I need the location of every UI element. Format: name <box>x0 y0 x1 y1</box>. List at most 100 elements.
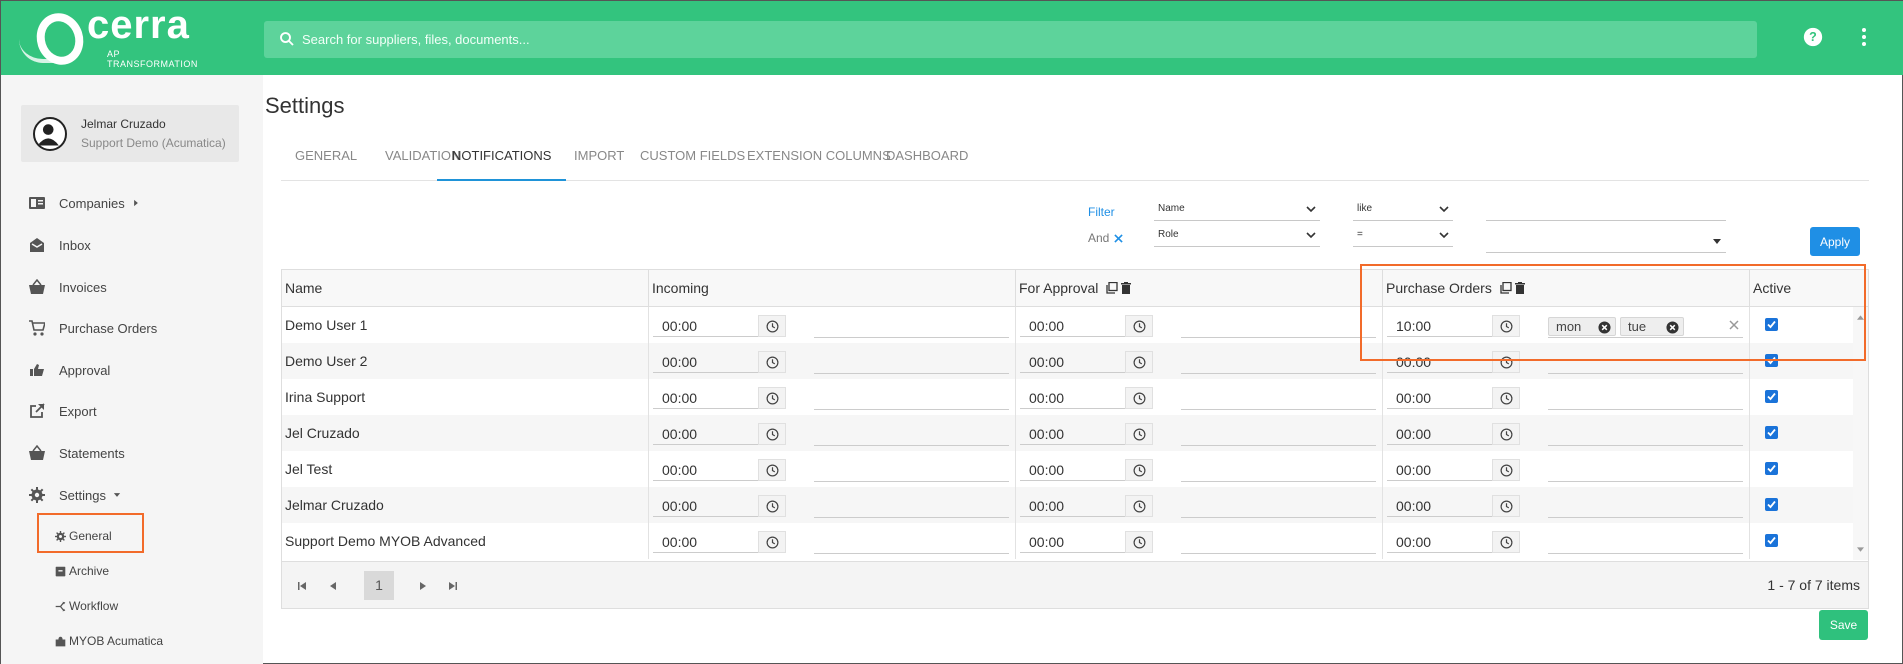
filter-value-select-2[interactable] <box>1486 231 1726 253</box>
next-page-icon[interactable] <box>417 580 429 592</box>
active-checkbox[interactable] <box>1765 534 1778 547</box>
time-picker-button[interactable] <box>758 531 786 553</box>
days-multiselect[interactable] <box>1548 533 1743 554</box>
time-picker-button[interactable] <box>1492 387 1520 409</box>
sidebar-item-statements[interactable]: Statements <box>29 441 125 465</box>
days-multiselect[interactable] <box>814 353 1009 374</box>
tab-dashboard[interactable]: DASHBOARD <box>886 131 968 181</box>
time-picker-button[interactable] <box>1492 531 1520 553</box>
sidebar-sub-myob[interactable]: MYOB Acumatica <box>55 630 163 652</box>
time-input-approval[interactable] <box>1020 459 1128 481</box>
scroll-down-icon[interactable] <box>1857 547 1864 552</box>
col-header-incoming[interactable]: Incoming <box>648 270 1015 307</box>
sidebar-item-inbox[interactable]: Inbox <box>29 233 91 257</box>
time-picker-button[interactable] <box>758 495 786 517</box>
time-input-approval[interactable] <box>1020 351 1128 373</box>
time-picker-button[interactable] <box>1492 423 1520 445</box>
time-input-incoming[interactable] <box>653 387 761 409</box>
active-checkbox[interactable] <box>1765 462 1778 475</box>
copy-icon[interactable] <box>1106 282 1118 294</box>
active-checkbox[interactable] <box>1765 426 1778 439</box>
sidebar-sub-workflow[interactable]: Workflow <box>55 595 118 617</box>
more-menu-icon[interactable] <box>1859 27 1869 47</box>
days-multiselect[interactable] <box>814 389 1009 410</box>
days-multiselect[interactable] <box>1181 497 1376 518</box>
sidebar-item-export[interactable]: Export <box>29 399 97 423</box>
time-picker-button[interactable] <box>758 315 786 337</box>
remove-filter-icon[interactable] <box>1114 234 1123 243</box>
help-icon[interactable]: ? <box>1803 27 1823 47</box>
time-input-approval[interactable] <box>1020 387 1128 409</box>
days-multiselect[interactable] <box>1181 389 1376 410</box>
time-picker-button[interactable] <box>758 387 786 409</box>
days-multiselect[interactable] <box>814 317 1009 338</box>
page-number-button[interactable]: 1 <box>364 571 394 600</box>
days-multiselect[interactable] <box>1181 317 1376 338</box>
global-search[interactable] <box>264 21 1757 58</box>
time-picker-button[interactable] <box>758 351 786 373</box>
time-input-incoming[interactable] <box>653 495 761 517</box>
days-multiselect[interactable] <box>1548 425 1743 446</box>
active-checkbox[interactable] <box>1765 390 1778 403</box>
first-page-icon[interactable] <box>296 580 308 592</box>
tab-import[interactable]: IMPORT <box>574 131 624 181</box>
filter-operator-select-2[interactable]: = <box>1353 225 1453 247</box>
apply-button[interactable]: Apply <box>1810 227 1860 256</box>
time-picker-button[interactable] <box>758 423 786 445</box>
time-picker-button[interactable] <box>1125 387 1153 409</box>
filter-operator-select[interactable]: like <box>1353 199 1453 221</box>
save-button[interactable]: Save <box>1819 610 1868 640</box>
days-multiselect[interactable] <box>1181 533 1376 554</box>
time-input-po[interactable] <box>1387 387 1495 409</box>
sidebar-item-purchase-orders[interactable]: Purchase Orders <box>29 316 157 340</box>
time-picker-button[interactable] <box>1492 495 1520 517</box>
time-picker-button[interactable] <box>1125 531 1153 553</box>
col-header-approval[interactable]: For Approval <box>1015 270 1382 307</box>
time-input-approval[interactable] <box>1020 315 1128 337</box>
time-picker-button[interactable] <box>1125 315 1153 337</box>
last-page-icon[interactable] <box>447 580 459 592</box>
tab-extension-columns[interactable]: EXTENSION COLUMNS <box>747 131 891 181</box>
days-multiselect[interactable] <box>814 533 1009 554</box>
sidebar-item-settings[interactable]: Settings <box>29 483 122 507</box>
days-multiselect[interactable] <box>1181 425 1376 446</box>
days-multiselect[interactable] <box>814 497 1009 518</box>
filter-field-select[interactable]: Name <box>1154 199 1320 221</box>
filter-field-select-2[interactable]: Role <box>1154 225 1320 247</box>
sidebar-item-invoices[interactable]: Invoices <box>29 275 107 299</box>
user-card[interactable]: Jelmar Cruzado Support Demo (Acumatica) <box>21 105 239 162</box>
days-multiselect[interactable] <box>814 461 1009 482</box>
time-input-incoming[interactable] <box>653 315 761 337</box>
time-picker-button[interactable] <box>758 459 786 481</box>
days-multiselect[interactable] <box>1548 389 1743 410</box>
trash-icon[interactable] <box>1120 282 1132 294</box>
time-picker-button[interactable] <box>1125 459 1153 481</box>
time-input-incoming[interactable] <box>653 459 761 481</box>
time-input-po[interactable] <box>1387 531 1495 553</box>
active-checkbox[interactable] <box>1765 498 1778 511</box>
time-picker-button[interactable] <box>1125 423 1153 445</box>
time-input-po[interactable] <box>1387 423 1495 445</box>
time-input-incoming[interactable] <box>653 351 761 373</box>
filter-value-input[interactable] <box>1486 199 1726 221</box>
time-picker-button[interactable] <box>1125 495 1153 517</box>
cerra-logo[interactable]: cerra AP TRANSFORMATION <box>19 3 199 71</box>
days-multiselect[interactable] <box>814 425 1009 446</box>
prev-page-icon[interactable] <box>327 580 339 592</box>
time-input-approval[interactable] <box>1020 423 1128 445</box>
tab-notifications[interactable]: NOTIFICATIONS <box>437 131 567 181</box>
time-input-approval[interactable] <box>1020 495 1128 517</box>
sidebar-item-approval[interactable]: Approval <box>29 358 110 382</box>
time-input-incoming[interactable] <box>653 531 761 553</box>
tab-custom-fields[interactable]: CUSTOM FIELDS <box>640 131 745 181</box>
days-multiselect[interactable] <box>1181 461 1376 482</box>
col-header-name[interactable]: Name <box>282 270 648 307</box>
time-picker-button[interactable] <box>1125 351 1153 373</box>
days-multiselect[interactable] <box>1548 461 1743 482</box>
time-input-po[interactable] <box>1387 495 1495 517</box>
time-input-approval[interactable] <box>1020 531 1128 553</box>
sidebar-item-companies[interactable]: Companies <box>29 191 141 215</box>
days-multiselect[interactable] <box>1181 353 1376 374</box>
time-input-po[interactable] <box>1387 459 1495 481</box>
time-picker-button[interactable] <box>1492 459 1520 481</box>
